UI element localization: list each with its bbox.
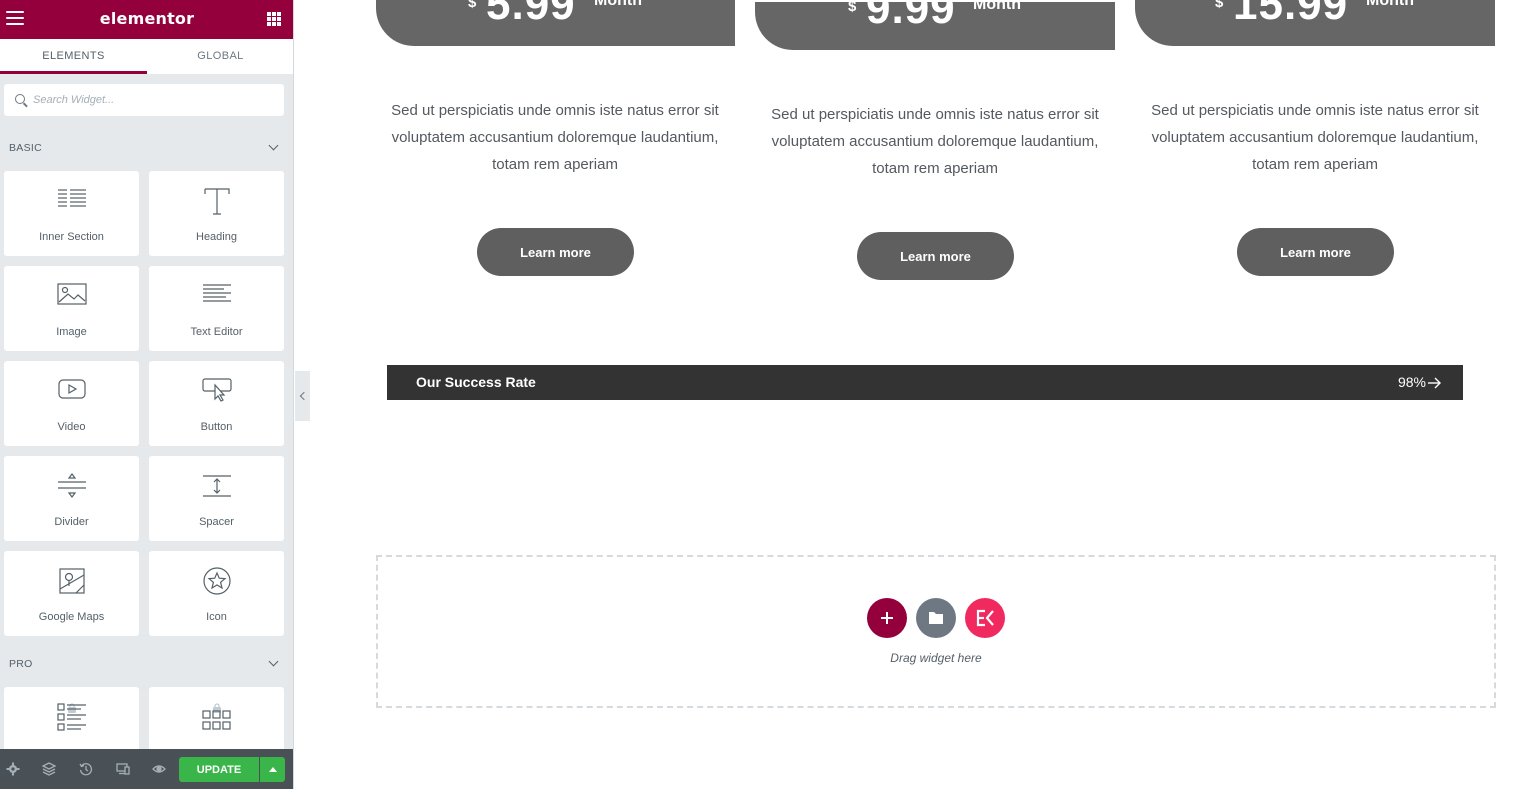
success-rate-value: 98% <box>1397 374 1426 390</box>
learn-more-button-1[interactable]: Learn more <box>477 228 634 276</box>
widget-label: Heading <box>196 231 237 243</box>
category-pro-toggle[interactable]: Pro <box>0 655 293 675</box>
widget-label: Icon <box>206 611 227 623</box>
pricing-header-1: $ 5.99 Month <box>376 0 735 46</box>
inner-section-icon <box>57 189 86 207</box>
collapse-panel-toggle[interactable] <box>295 371 310 421</box>
chevron-down-icon <box>268 656 279 667</box>
plus-icon <box>881 612 893 624</box>
portfolio-icon <box>201 710 231 730</box>
update-button[interactable]: Update <box>179 757 259 782</box>
image-icon <box>56 283 87 305</box>
widget-label: Inner Section <box>39 231 104 243</box>
folder-icon <box>929 612 943 624</box>
price-amount: 15.99 <box>1233 0 1349 29</box>
add-section-button[interactable] <box>867 598 907 638</box>
widget-inner-section[interactable]: Inner Section <box>4 171 139 256</box>
success-rate-bar: Our Success Rate 98% <box>387 365 1463 400</box>
widget-google-maps[interactable]: Google Maps <box>4 551 139 636</box>
tab-elements[interactable]: Elements <box>0 39 147 74</box>
settings-gear-icon[interactable] <box>6 762 20 776</box>
widget-label: Spacer <box>199 516 234 528</box>
price-currency: $ <box>1215 0 1224 11</box>
pricing-description-3: Sed ut perspiciatis unde omnis iste natu… <box>1151 102 1479 173</box>
widget-text-editor[interactable]: Text Editor <box>149 266 284 351</box>
pricing-header-2: $ 9.99 Month <box>755 2 1115 50</box>
heading-icon <box>203 188 230 215</box>
widget-label: Divider <box>54 516 89 528</box>
elementskit-icon <box>976 609 994 627</box>
learn-more-button-2[interactable]: Learn more <box>857 232 1014 280</box>
star-icon <box>202 567 231 595</box>
spacer-icon <box>202 475 231 497</box>
text-editor-icon <box>202 284 231 302</box>
price-currency: $ <box>848 2 857 15</box>
widget-spacer[interactable]: Spacer <box>149 456 284 541</box>
video-icon <box>57 379 86 399</box>
editor-panel: elementor Elements Global Basic Inner Se… <box>0 0 294 789</box>
learn-more-button-3[interactable]: Learn more <box>1237 228 1394 276</box>
elementskit-templates-button[interactable] <box>965 598 1005 638</box>
widget-heading[interactable]: Heading <box>149 171 284 256</box>
widget-image[interactable]: Image <box>4 266 139 351</box>
history-icon[interactable] <box>79 762 93 776</box>
price-amount: 5.99 <box>486 0 576 29</box>
search-icon <box>15 94 25 104</box>
category-pro-label: Pro <box>9 658 33 670</box>
widget-button[interactable]: Button <box>149 361 284 446</box>
pricing-description-1: Sed ut perspiciatis unde omnis iste natu… <box>391 102 719 173</box>
pricing-description-2: Sed ut perspiciatis unde omnis iste natu… <box>771 106 1099 177</box>
arrow-right-icon <box>1428 377 1441 389</box>
widget-label: Button <box>200 421 233 433</box>
price-period: Month <box>594 0 642 9</box>
category-basic-label: Basic <box>9 142 43 154</box>
success-rate-title: Our Success Rate <box>416 374 536 390</box>
save-options-caret-icon[interactable] <box>260 757 285 782</box>
chevron-down-icon <box>268 140 279 151</box>
price-period: Month <box>973 2 1021 13</box>
pricing-header-3: $ 15.99 Month <box>1135 0 1495 46</box>
responsive-mode-icon[interactable] <box>116 762 130 776</box>
elementor-logo: elementor <box>99 9 195 28</box>
navigator-layers-icon[interactable] <box>42 762 56 776</box>
widgets-grid-icon[interactable] <box>267 12 281 26</box>
widget-label: Video <box>57 421 86 433</box>
category-basic-toggle[interactable]: Basic <box>0 139 293 159</box>
price-amount: 9.99 <box>866 2 956 33</box>
widget-icon[interactable]: Icon <box>149 551 284 636</box>
widget-divider[interactable]: Divider <box>4 456 139 541</box>
tab-global[interactable]: Global <box>147 39 293 74</box>
posts-icon <box>56 703 86 731</box>
widget-search <box>4 84 284 116</box>
price-currency: $ <box>468 0 477 11</box>
empty-section-dropzone[interactable]: Drag widget here <box>376 555 1496 708</box>
google-maps-icon <box>58 568 85 594</box>
panel-tabs: Elements Global <box>0 39 293 74</box>
drag-widget-hint: Drag widget here <box>890 651 982 665</box>
price-period: Month <box>1366 0 1414 9</box>
add-template-button[interactable] <box>916 598 956 638</box>
widget-label: Text Editor <box>190 326 243 338</box>
panel-footer: Update <box>0 749 293 789</box>
preview-eye-icon[interactable] <box>152 762 166 776</box>
widget-label: Google Maps <box>38 611 105 623</box>
widget-label: Image <box>56 326 87 338</box>
button-icon <box>201 378 232 402</box>
divider-icon <box>57 473 86 498</box>
panel-header: elementor <box>0 0 293 39</box>
widget-video[interactable]: Video <box>4 361 139 446</box>
search-input[interactable] <box>33 91 273 109</box>
